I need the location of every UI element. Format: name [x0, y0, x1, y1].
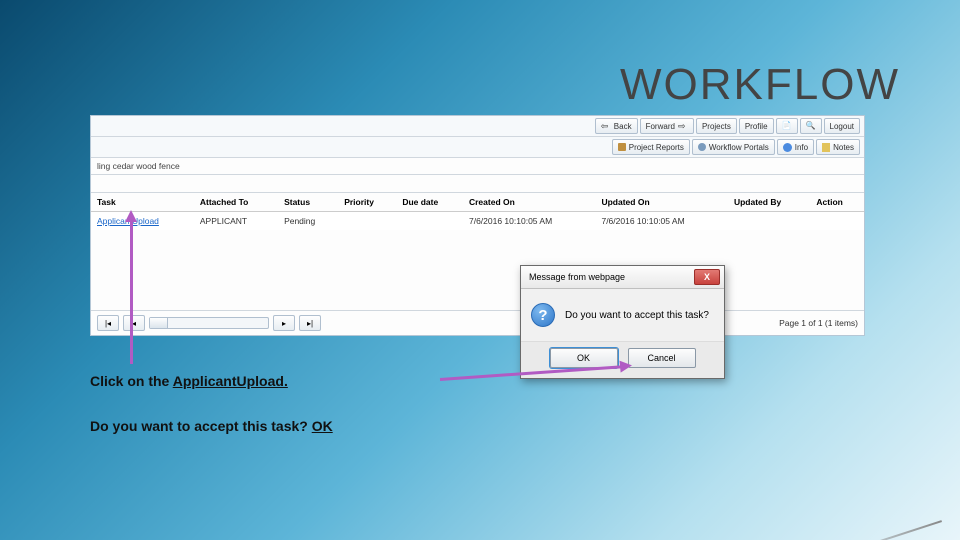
task-link-applicant-upload[interactable]: ApplicantUpload	[97, 216, 159, 226]
icon-button-2[interactable]: 🔍	[800, 118, 822, 134]
notes-label: Notes	[833, 143, 854, 152]
pager-prev-button[interactable]: ◂	[123, 315, 145, 331]
info-button[interactable]: Info	[777, 139, 814, 155]
dialog-cancel-button[interactable]: Cancel	[628, 348, 696, 368]
cell-priority	[338, 212, 396, 231]
pager-first-button[interactable]: |◂	[97, 315, 119, 331]
cell-created-on: 7/6/2016 10:10:05 AM	[463, 212, 595, 231]
col-updated-by[interactable]: Updated By	[728, 193, 810, 212]
col-due-date[interactable]: Due date	[396, 193, 463, 212]
back-label: Back	[614, 122, 632, 131]
forward-label: Forward	[646, 122, 675, 131]
profile-label: Profile	[745, 122, 768, 131]
cell-status: Pending	[278, 212, 338, 231]
project-reports-button[interactable]: Project Reports	[612, 139, 690, 155]
report-icon	[618, 143, 626, 151]
table-header-row: Task Attached To Status Priority Due dat…	[91, 193, 864, 212]
table-body-empty	[91, 230, 864, 310]
spacer	[91, 175, 864, 193]
notes-button[interactable]: Notes	[816, 139, 860, 155]
dialog-titlebar[interactable]: Message from webpage X	[521, 266, 724, 289]
task-table: Task Attached To Status Priority Due dat…	[91, 193, 864, 230]
workflow-portals-label: Workflow Portals	[709, 143, 769, 152]
toolbar-row-2: Project Reports Workflow Portals Info No…	[91, 137, 864, 158]
dialog-actions: OK Cancel	[521, 341, 724, 378]
arrow-right-icon	[678, 121, 688, 131]
col-attached-to[interactable]: Attached To	[194, 193, 278, 212]
toolbar-row-1: Back Forward Projects Profile 📄 🔍 Logout	[91, 116, 864, 137]
col-task[interactable]: Task	[91, 193, 194, 212]
instruction-1a: Click on the	[90, 373, 173, 389]
instruction-2b: OK	[312, 418, 333, 434]
document-icon: 📄	[782, 121, 792, 131]
cell-updated-by	[728, 212, 810, 231]
col-status[interactable]: Status	[278, 193, 338, 212]
note-icon	[822, 143, 830, 152]
logout-button[interactable]: Logout	[824, 118, 860, 134]
projects-button[interactable]: Projects	[696, 118, 737, 134]
workflow-portals-button[interactable]: Workflow Portals	[692, 139, 775, 155]
profile-button[interactable]: Profile	[739, 118, 774, 134]
cell-attached-to: APPLICANT	[194, 212, 278, 231]
icon-button-1[interactable]: 📄	[776, 118, 798, 134]
decorative-corner-line	[822, 462, 942, 522]
slide-title: WORKFLOW	[620, 60, 900, 110]
search-icon: 🔍	[806, 121, 816, 131]
logout-label: Logout	[830, 122, 854, 131]
workflow-icon	[698, 143, 706, 151]
instruction-1: Click on the ApplicantUpload.	[90, 373, 288, 389]
app-window: Back Forward Projects Profile 📄 🔍 Logout…	[90, 115, 865, 336]
dialog-title-text: Message from webpage	[529, 272, 625, 282]
info-icon	[783, 143, 792, 152]
col-action[interactable]: Action	[810, 193, 864, 212]
pager-handle[interactable]	[150, 318, 168, 328]
pager: |◂ ◂ ▸ ▸| Page 1 of 1 (1 items)	[91, 310, 864, 335]
col-updated-on[interactable]: Updated On	[595, 193, 727, 212]
arrow-left-icon	[601, 121, 611, 131]
project-reports-label: Project Reports	[629, 143, 684, 152]
pager-next-button[interactable]: ▸	[273, 315, 295, 331]
pager-last-button[interactable]: ▸|	[299, 315, 321, 331]
instruction-2a: Do you want to accept this task?	[90, 418, 312, 434]
forward-button[interactable]: Forward	[640, 118, 694, 134]
pager-info: Page 1 of 1 (1 items)	[779, 318, 858, 328]
col-created-on[interactable]: Created On	[463, 193, 595, 212]
dialog-message: Do you want to accept this task?	[565, 310, 709, 321]
cell-due-date	[396, 212, 463, 231]
instruction-1b: ApplicantUpload.	[173, 373, 288, 389]
instruction-2: Do you want to accept this task? OK	[90, 418, 333, 434]
confirm-dialog: Message from webpage X ? Do you want to …	[520, 265, 725, 379]
table-row: ApplicantUpload APPLICANT Pending 7/6/20…	[91, 212, 864, 231]
question-icon: ?	[531, 303, 555, 327]
info-label: Info	[795, 143, 808, 152]
dialog-body: ? Do you want to accept this task?	[521, 289, 724, 341]
dialog-ok-button[interactable]: OK	[550, 348, 618, 368]
pager-scrollbar[interactable]	[149, 317, 269, 329]
dialog-close-button[interactable]: X	[694, 269, 720, 285]
col-priority[interactable]: Priority	[338, 193, 396, 212]
cell-updated-on: 7/6/2016 10:10:05 AM	[595, 212, 727, 231]
context-text: ling cedar wood fence	[91, 158, 864, 175]
cell-action	[810, 212, 864, 231]
back-button[interactable]: Back	[595, 118, 638, 134]
projects-label: Projects	[702, 122, 731, 131]
